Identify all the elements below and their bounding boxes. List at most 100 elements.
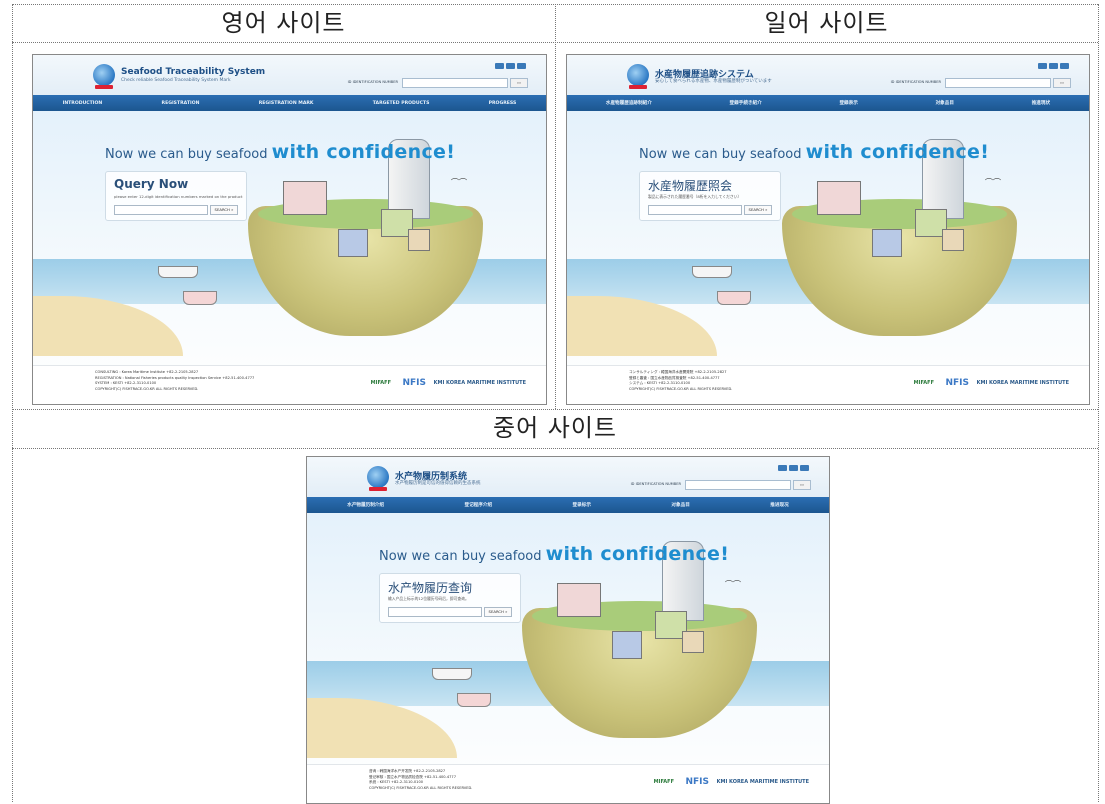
nav-item-1[interactable]: 水产物履历制介绍: [347, 502, 384, 508]
beach-sand: [307, 698, 457, 758]
market-house: [817, 181, 861, 215]
main-nav: 水産物履歴追跡制紹介 登録手続き紹介 登録表示 対象品目 推進現状: [567, 95, 1089, 111]
nav-item-2[interactable]: REGISTRATION: [162, 101, 200, 106]
lang-button-en[interactable]: [495, 63, 504, 69]
nav-item-5[interactable]: 推进现况: [770, 502, 788, 508]
footer-line-1: コンサルティング : 韓国海洋水産開発院 +82-2-2105-2827: [629, 370, 727, 374]
lang-button-cn[interactable]: [1060, 63, 1069, 69]
nav-item-4[interactable]: 対象品目: [936, 100, 954, 106]
query-title: 水产物履历查询: [388, 581, 473, 595]
query-input[interactable]: [388, 607, 482, 617]
nav-item-1[interactable]: INTRODUCTION: [63, 101, 103, 106]
small-shop: [942, 229, 964, 251]
lang-button-jp[interactable]: [789, 465, 798, 471]
nav-item-3[interactable]: REGISTRATION MARK: [259, 101, 314, 106]
headline-part-1: Now we can buy seafood: [639, 147, 802, 162]
blue-house: [338, 229, 368, 257]
nav-item-4[interactable]: 对象品目: [671, 502, 689, 508]
site-footer: コンサルティング : 韓国海洋水産開発院 +82-2-2105-2827 登録と…: [567, 365, 1089, 404]
seagull-icon: ⌒⌒: [725, 580, 741, 589]
lang-button-jp[interactable]: [1049, 63, 1058, 69]
lang-button-cn[interactable]: [517, 63, 526, 69]
small-shop: [408, 229, 430, 251]
site-footer: CONSULTING : Korea Maritime Institute +8…: [33, 365, 546, 404]
table-border-right: [1098, 4, 1099, 802]
hero-illustration: ⌒⌒ Now we can buy seafood with confidenc…: [307, 513, 829, 803]
mifaff-logo: MIFAFF: [913, 380, 934, 386]
id-number-label: ID IDENTIFICATION NUMBER: [347, 80, 398, 84]
nfis-logo: NFIS: [945, 378, 969, 388]
headline: Now we can buy seafood with confidence!: [105, 141, 455, 163]
market-house: [283, 181, 327, 215]
query-box: Query Now please enter 12-digit identifi…: [105, 171, 247, 221]
nav-item-5[interactable]: 推進現状: [1032, 100, 1050, 106]
fish-logo-icon: [367, 466, 389, 488]
comparison-table: 영어 사이트 일어 사이트 중어 사이트 Seafood Traceabilit…: [12, 4, 1100, 804]
nav-item-2[interactable]: 登録手続き紹介: [730, 100, 762, 106]
id-number-input[interactable]: [685, 480, 791, 490]
query-input[interactable]: [114, 205, 208, 215]
boat-2: [717, 291, 751, 305]
table-row-line-2: [12, 409, 1098, 410]
search-button[interactable]: SEARCH »: [744, 205, 772, 215]
footer-copyright: COPYRIGHT(C) FISHTRACE.GO.KR ALL RIGHTS …: [369, 785, 473, 790]
lang-button-en[interactable]: [1038, 63, 1047, 69]
query-title: Query Now: [114, 177, 189, 191]
site-footer: 咨询 : 韩国海洋水产开发院 +82-2-2105-2827 登记审核 : 国立…: [307, 764, 829, 803]
caption-english: 영어 사이트: [221, 9, 346, 37]
boat-2: [457, 693, 491, 707]
nfis-logo: NFIS: [402, 378, 426, 388]
id-go-button[interactable]: »»: [793, 480, 811, 490]
id-go-button[interactable]: »»: [510, 78, 528, 88]
nav-item-4[interactable]: TARGETED PRODUCTS: [373, 101, 430, 106]
footer-copyright: COPYRIGHT(C) FISHTRACE.GO.KR ALL RIGHTS …: [95, 386, 199, 391]
lang-button-en[interactable]: [778, 465, 787, 471]
main-nav: INTRODUCTION REGISTRATION REGISTRATION M…: [33, 95, 546, 111]
search-button[interactable]: SEARCH »: [210, 205, 238, 215]
english-site-screenshot: Seafood Traceability System Check reliab…: [32, 54, 547, 405]
kmi-logo: KMI KOREA MARITIME INSTITUTE: [976, 380, 1069, 386]
blue-house: [612, 631, 642, 659]
chinese-site-screenshot: 水产物履历制系统 水产物履历制是可信的值得信赖的生态系统 ID IDENTIFI…: [306, 456, 830, 804]
query-box: 水産物履歴照会 製品に表示された履歴番号（8桁を入力してください） SEARCH…: [639, 171, 781, 221]
lang-button-cn[interactable]: [800, 465, 809, 471]
headline-part-2: with confidence!: [805, 141, 990, 163]
query-hint: 製品に表示された履歴番号（8桁を入力してください）: [648, 194, 742, 199]
nav-item-5[interactable]: PROGRESS: [489, 101, 517, 106]
nav-item-3[interactable]: 登録表示: [839, 100, 857, 106]
seagull-icon: ⌒⌒: [451, 178, 467, 187]
main-nav: 水产物履历制介绍 登记程序介绍 登录标示 对象品目 推进现况: [307, 497, 829, 513]
footer-info: コンサルティング : 韓国海洋水産開発院 +82-2-2105-2827 登録と…: [629, 370, 732, 392]
headline-part-1: Now we can buy seafood: [379, 549, 542, 564]
fish-logo-icon: [93, 64, 115, 86]
headline: Now we can buy seafood with confidence!: [639, 141, 989, 163]
beach-sand: [33, 296, 183, 356]
kmi-logo: KMI KOREA MARITIME INSTITUTE: [433, 380, 526, 386]
logo-ribbon-icon: [95, 85, 113, 89]
footer-info: CONSULTING : Korea Maritime Institute +8…: [95, 370, 254, 392]
headline-part-2: with confidence!: [271, 141, 456, 163]
nav-item-3[interactable]: 登录标示: [573, 502, 591, 508]
nav-item-2[interactable]: 登记程序介绍: [464, 502, 492, 508]
query-input[interactable]: [648, 205, 742, 215]
boat-1: [692, 266, 732, 278]
id-number-input[interactable]: [945, 78, 1051, 88]
nav-item-1[interactable]: 水産物履歴追跡制紹介: [606, 100, 652, 106]
id-number-input[interactable]: [402, 78, 508, 88]
site-title: Seafood Traceability System: [121, 67, 266, 77]
blue-house: [872, 229, 902, 257]
caption-chinese: 중어 사이트: [492, 414, 618, 442]
nfis-logo: NFIS: [685, 777, 709, 787]
boat-2: [183, 291, 217, 305]
mifaff-logo: MIFAFF: [653, 779, 674, 785]
query-box: 水产物履历查询 输入产品上标示的12位履历号码后，即可查询。 SEARCH »: [379, 573, 521, 623]
search-button[interactable]: SEARCH »: [484, 607, 512, 617]
boat-1: [158, 266, 198, 278]
id-number-label: ID IDENTIFICATION NUMBER: [890, 80, 941, 84]
headline-part-1: Now we can buy seafood: [105, 147, 268, 162]
id-go-button[interactable]: »»: [1053, 78, 1071, 88]
footer-info: 咨询 : 韩国海洋水产开发院 +82-2-2105-2827 登记审核 : 国立…: [369, 769, 472, 791]
headline: Now we can buy seafood with confidence!: [379, 543, 729, 565]
query-title: 水産物履歴照会: [648, 179, 733, 193]
lang-button-jp[interactable]: [506, 63, 515, 69]
